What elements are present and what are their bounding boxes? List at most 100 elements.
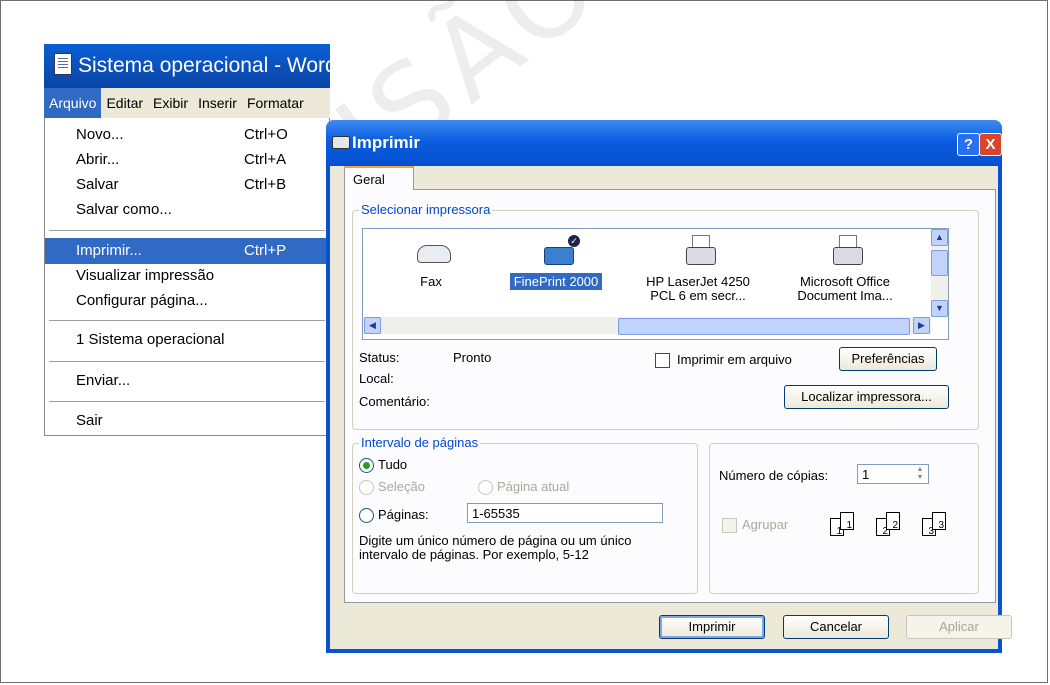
menu-inserir[interactable]: Inserir	[193, 88, 242, 118]
select-printer-label: Selecionar impressora	[359, 202, 493, 218]
scroll-thumb[interactable]	[931, 250, 948, 276]
menu-item-novo[interactable]: Novo... Ctrl+O	[45, 122, 329, 148]
arquivo-dropdown: Novo... Ctrl+O Abrir... Ctrl+A Salvar Ctrl+…	[44, 118, 330, 436]
radio-pages[interactable]	[359, 508, 374, 523]
menu-item-label: Configurar página...	[76, 292, 208, 309]
printer-icon	[682, 235, 718, 269]
word-title-text: Sistema operacional - Word	[78, 54, 330, 77]
collate-page: 1	[840, 512, 854, 531]
menu-item-label: Salvar	[76, 176, 119, 193]
radio-current-page[interactable]	[478, 480, 493, 495]
menu-item-visualizar-impressao[interactable]: Visualizar impressão	[45, 263, 329, 289]
printer-name: Fax	[420, 274, 442, 289]
menu-item-label: Imprimir...	[76, 242, 142, 259]
scroll-left-icon[interactable]: ◀	[364, 317, 381, 334]
menu-shortcut: Ctrl+P	[244, 242, 287, 259]
menu-item-label: Novo...	[76, 126, 124, 143]
local-label: Local:	[359, 371, 394, 386]
menu-item-label: Sair	[76, 412, 103, 429]
printer-default-icon: ✓	[540, 235, 580, 269]
menu-separator	[49, 361, 325, 362]
menu-item-salvar-como[interactable]: Salvar como...	[45, 197, 329, 223]
menu-separator	[49, 320, 325, 321]
find-printer-button[interactable]: Localizar impressora...	[784, 385, 949, 409]
menu-item-sair[interactable]: Sair	[45, 408, 329, 434]
menu-item-label: Abrir...	[76, 151, 120, 168]
copies-group: Número de cópias: 1 ▲ ▼ Agrupar 1 1 2 2 3…	[709, 443, 979, 594]
preferences-button[interactable]: Preferências	[839, 347, 937, 371]
menu-item-label: Enviar...	[76, 372, 131, 389]
menu-shortcut: Ctrl+A	[244, 151, 287, 168]
scroll-down-icon[interactable]: ▼	[931, 300, 948, 317]
word-document-icon	[54, 53, 72, 76]
printer-item-fax[interactable]: Fax	[371, 229, 491, 317]
print-button[interactable]: Imprimir	[659, 615, 765, 639]
comment-label: Comentário:	[359, 394, 430, 409]
fax-icon	[415, 235, 451, 269]
scroll-thumb[interactable]	[618, 318, 910, 335]
menu-item-salvar[interactable]: Salvar Ctrl+B	[45, 172, 329, 198]
horizontal-scrollbar[interactable]: ◀ ▶	[363, 317, 931, 335]
collate-page: 3	[932, 512, 946, 531]
copies-spinner-icon[interactable]: ▲ ▼	[913, 466, 927, 482]
word-window: Sistema operacional - Word Arquivo Editar…	[44, 44, 330, 439]
menu-item-abrir[interactable]: Abrir... Ctrl+A	[45, 147, 329, 173]
radio-selection[interactable]	[359, 480, 374, 495]
pages-input[interactable]: 1-65535	[467, 503, 663, 523]
tab-panel-geral: Selecionar impressora Fax ✓ FinePrint 20…	[344, 189, 996, 603]
radio-all-label: Tudo	[378, 457, 408, 472]
printer-name-selected: FinePrint 2000	[496, 273, 616, 290]
print-dialog: Imprimir ? X Geral Selecionar impressora…	[326, 120, 1012, 653]
menu-arquivo[interactable]: Arquivo	[44, 88, 102, 118]
printer-item-hp[interactable]: HP LaserJet 4250 PCL 6 em secr...	[638, 229, 758, 317]
printer-name: Microsoft Office Document Ima...	[797, 274, 893, 303]
menu-shortcut: Ctrl+O	[244, 126, 288, 143]
menu-item-enviar[interactable]: Enviar...	[45, 368, 329, 394]
apply-button[interactable]: Aplicar	[906, 615, 1012, 639]
menu-shortcut: Ctrl+B	[244, 176, 287, 193]
menu-item-label: Salvar como...	[76, 201, 172, 218]
printer-item-fineprint[interactable]: ✓ FinePrint 2000	[496, 229, 616, 317]
collate-checkbox[interactable]	[722, 518, 737, 533]
radio-all[interactable]	[359, 458, 374, 473]
page-range-hint: Digite um único número de página ou um ú…	[359, 533, 632, 562]
status-value: Pronto	[453, 350, 492, 365]
cancel-button[interactable]: Cancelar	[783, 615, 889, 639]
scroll-right-icon[interactable]: ▶	[913, 317, 930, 334]
menu-item-recent-file[interactable]: 1 Sistema operacional	[45, 327, 329, 353]
menu-item-imprimir[interactable]: Imprimir... Ctrl+P	[45, 238, 329, 264]
word-title-bar: Sistema operacional - Word	[44, 44, 330, 88]
tab-geral[interactable]: Geral	[344, 166, 414, 190]
status-label: Status:	[359, 350, 400, 365]
radio-pages-label: Páginas:	[378, 507, 429, 522]
copies-label: Número de cópias:	[719, 468, 829, 483]
collate-label: Agrupar	[742, 517, 789, 532]
printer-list[interactable]: Fax ✓ FinePrint 2000 HP LaserJet 4250 PCL…	[362, 228, 949, 340]
menu-formatar[interactable]: Formatar	[242, 88, 309, 118]
menu-item-configurar-pagina[interactable]: Configurar página...	[45, 288, 329, 314]
page-range-group: Intervalo de páginas Tudo Seleção Página…	[352, 435, 698, 594]
printer-icon	[829, 235, 865, 269]
vertical-scrollbar[interactable]: ▲ ▼	[931, 229, 948, 317]
menu-editar[interactable]: Editar	[101, 88, 148, 118]
printer-icon	[332, 136, 350, 149]
printer-name: FinePrint 2000	[509, 273, 603, 290]
menu-bar: Arquivo Editar Exibir Inserir Formatar	[44, 88, 330, 118]
scroll-up-icon[interactable]: ▲	[931, 229, 948, 246]
radio-current-page-label: Página atual	[497, 479, 570, 494]
radio-selection-label: Seleção	[378, 479, 425, 494]
print-to-file-label: Imprimir em arquivo	[677, 352, 792, 367]
menu-item-label: Visualizar impressão	[76, 267, 215, 284]
printer-item-ms-office[interactable]: Microsoft Office Document Ima...	[785, 229, 905, 317]
select-printer-group: Selecionar impressora Fax ✓ FinePrint 20…	[352, 202, 979, 430]
close-button[interactable]: X	[979, 133, 1002, 156]
collate-illustration: 1 1 2 2 3 3	[830, 508, 980, 544]
dialog-client-area: Geral Selecionar impressora Fax ✓ FinePr…	[330, 166, 1012, 649]
help-button[interactable]: ?	[957, 133, 980, 156]
dialog-title: Imprimir	[352, 133, 421, 152]
page-range-label: Intervalo de páginas	[359, 435, 481, 451]
print-to-file-checkbox[interactable]	[655, 353, 670, 368]
menu-item-label: 1 Sistema operacional	[76, 331, 225, 348]
dialog-title-bar[interactable]: Imprimir ? X	[326, 120, 1002, 166]
menu-exibir[interactable]: Exibir	[148, 88, 193, 118]
